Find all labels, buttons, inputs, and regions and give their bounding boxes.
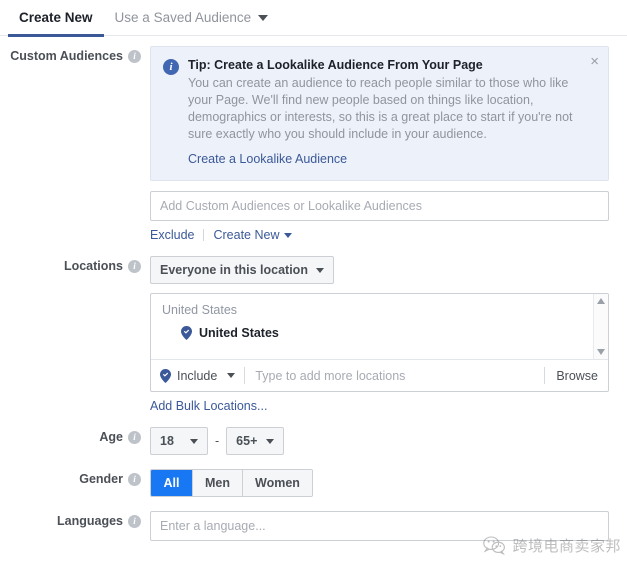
age-max-select[interactable]: 65+ — [226, 427, 285, 455]
gender-option-men[interactable]: Men — [193, 470, 243, 496]
age-max-value: 65+ — [236, 434, 258, 448]
custom-audiences-label-col: Custom Audiences i — [0, 46, 150, 63]
row-gender: Gender i All Men Women — [0, 469, 627, 497]
chevron-down-icon — [315, 267, 324, 273]
gender-option-all[interactable]: All — [151, 470, 193, 496]
age-range-controls: 18 - 65+ — [150, 427, 609, 455]
tip-body: Tip: Create a Lookalike Audience From Yo… — [188, 58, 578, 168]
row-locations: Locations i Everyone in this location Un… — [0, 256, 627, 413]
audience-form: Custom Audiences i i Tip: Create a Looka… — [0, 36, 627, 541]
chevron-down-icon — [266, 438, 275, 444]
custom-audiences-field: i Tip: Create a Lookalike Audience From … — [150, 46, 627, 242]
gender-label-col: Gender i — [0, 469, 150, 486]
tab-use-saved-audience-label: Use a Saved Audience — [114, 10, 252, 25]
locations-label: Locations — [63, 259, 123, 273]
location-scope-value: Everyone in this location — [160, 263, 308, 277]
location-search-input[interactable] — [245, 360, 545, 391]
create-new-audience-link[interactable]: Create New — [213, 228, 293, 242]
languages-label: Languages — [57, 514, 123, 528]
tab-create-new-label: Create New — [19, 10, 93, 25]
row-custom-audiences: Custom Audiences i i Tip: Create a Looka… — [0, 46, 627, 242]
info-icon: i — [163, 59, 179, 75]
audience-editor-panel: Create New Use a Saved Audience Custom A… — [0, 0, 627, 564]
include-exclude-value: Include — [177, 368, 218, 383]
locations-scrollbar[interactable] — [593, 294, 608, 359]
scroll-down-icon[interactable] — [597, 349, 605, 355]
age-min-value: 18 — [160, 434, 174, 448]
add-bulk-locations-link[interactable]: Add Bulk Locations... — [150, 399, 267, 413]
info-icon[interactable]: i — [128, 514, 141, 528]
locations-sublinks: Add Bulk Locations... — [150, 399, 609, 413]
age-range-separator: - — [215, 434, 220, 448]
location-group-header: United States — [162, 303, 238, 317]
location-name: United States — [199, 326, 279, 340]
gender-field: All Men Women — [150, 469, 627, 497]
chevron-down-icon — [227, 373, 236, 378]
chevron-down-icon — [190, 438, 198, 444]
chevron-down-icon — [258, 14, 269, 21]
locations-box: United States United States Include Type… — [150, 293, 609, 392]
age-min-select[interactable]: 18 — [150, 427, 208, 455]
row-age: Age i 18 - 65+ — [0, 427, 627, 455]
languages-input[interactable] — [150, 511, 609, 541]
info-icon[interactable]: i — [128, 49, 141, 63]
tip-description: You can create an audience to reach peop… — [188, 76, 573, 141]
custom-audiences-sublinks: Exclude Create New — [150, 228, 609, 242]
gender-label: Gender — [79, 472, 123, 486]
lookalike-tip-callout: i Tip: Create a Lookalike Audience From … — [150, 46, 609, 181]
location-pin-icon — [181, 326, 192, 340]
create-lookalike-audience-link[interactable]: Create a Lookalike Audience — [188, 152, 347, 166]
languages-field — [150, 511, 627, 541]
gender-segmented-control: All Men Women — [150, 469, 313, 497]
tab-use-saved-audience[interactable]: Use a Saved Audience — [104, 0, 280, 36]
list-item[interactable]: United States — [162, 326, 608, 340]
info-icon[interactable]: i — [128, 430, 141, 444]
locations-label-col: Locations i — [0, 256, 150, 273]
include-exclude-select[interactable]: Include — [160, 368, 244, 383]
age-label: Age — [99, 430, 123, 444]
audience-tab-bar: Create New Use a Saved Audience — [0, 0, 627, 37]
divider — [203, 229, 205, 241]
languages-label-col: Languages i — [0, 511, 150, 528]
locations-field: Everyone in this location United States — [150, 256, 627, 413]
location-pin-icon — [160, 368, 171, 383]
chevron-down-icon — [284, 233, 293, 239]
location-scope-select[interactable]: Everyone in this location — [150, 256, 334, 284]
age-label-col: Age i — [0, 427, 150, 444]
close-icon[interactable]: × — [590, 54, 599, 69]
custom-audiences-label: Custom Audiences — [10, 49, 123, 63]
tip-title: Tip: Create a Lookalike Audience From Yo… — [188, 58, 483, 72]
exclude-link[interactable]: Exclude — [150, 228, 194, 242]
info-icon[interactable]: i — [128, 472, 141, 486]
custom-audiences-input[interactable] — [150, 191, 609, 221]
gender-option-women[interactable]: Women — [243, 470, 312, 496]
tab-create-new[interactable]: Create New — [8, 0, 104, 37]
scroll-up-icon[interactable] — [597, 298, 605, 304]
browse-locations-button[interactable]: Browse — [545, 369, 608, 383]
location-add-row: Include Browse — [151, 360, 608, 391]
create-new-audience-label: Create New — [213, 228, 280, 242]
row-languages: Languages i — [0, 511, 627, 541]
info-icon[interactable]: i — [128, 259, 141, 273]
age-field: 18 - 65+ — [150, 427, 627, 455]
selected-locations-list: United States United States — [151, 294, 608, 360]
